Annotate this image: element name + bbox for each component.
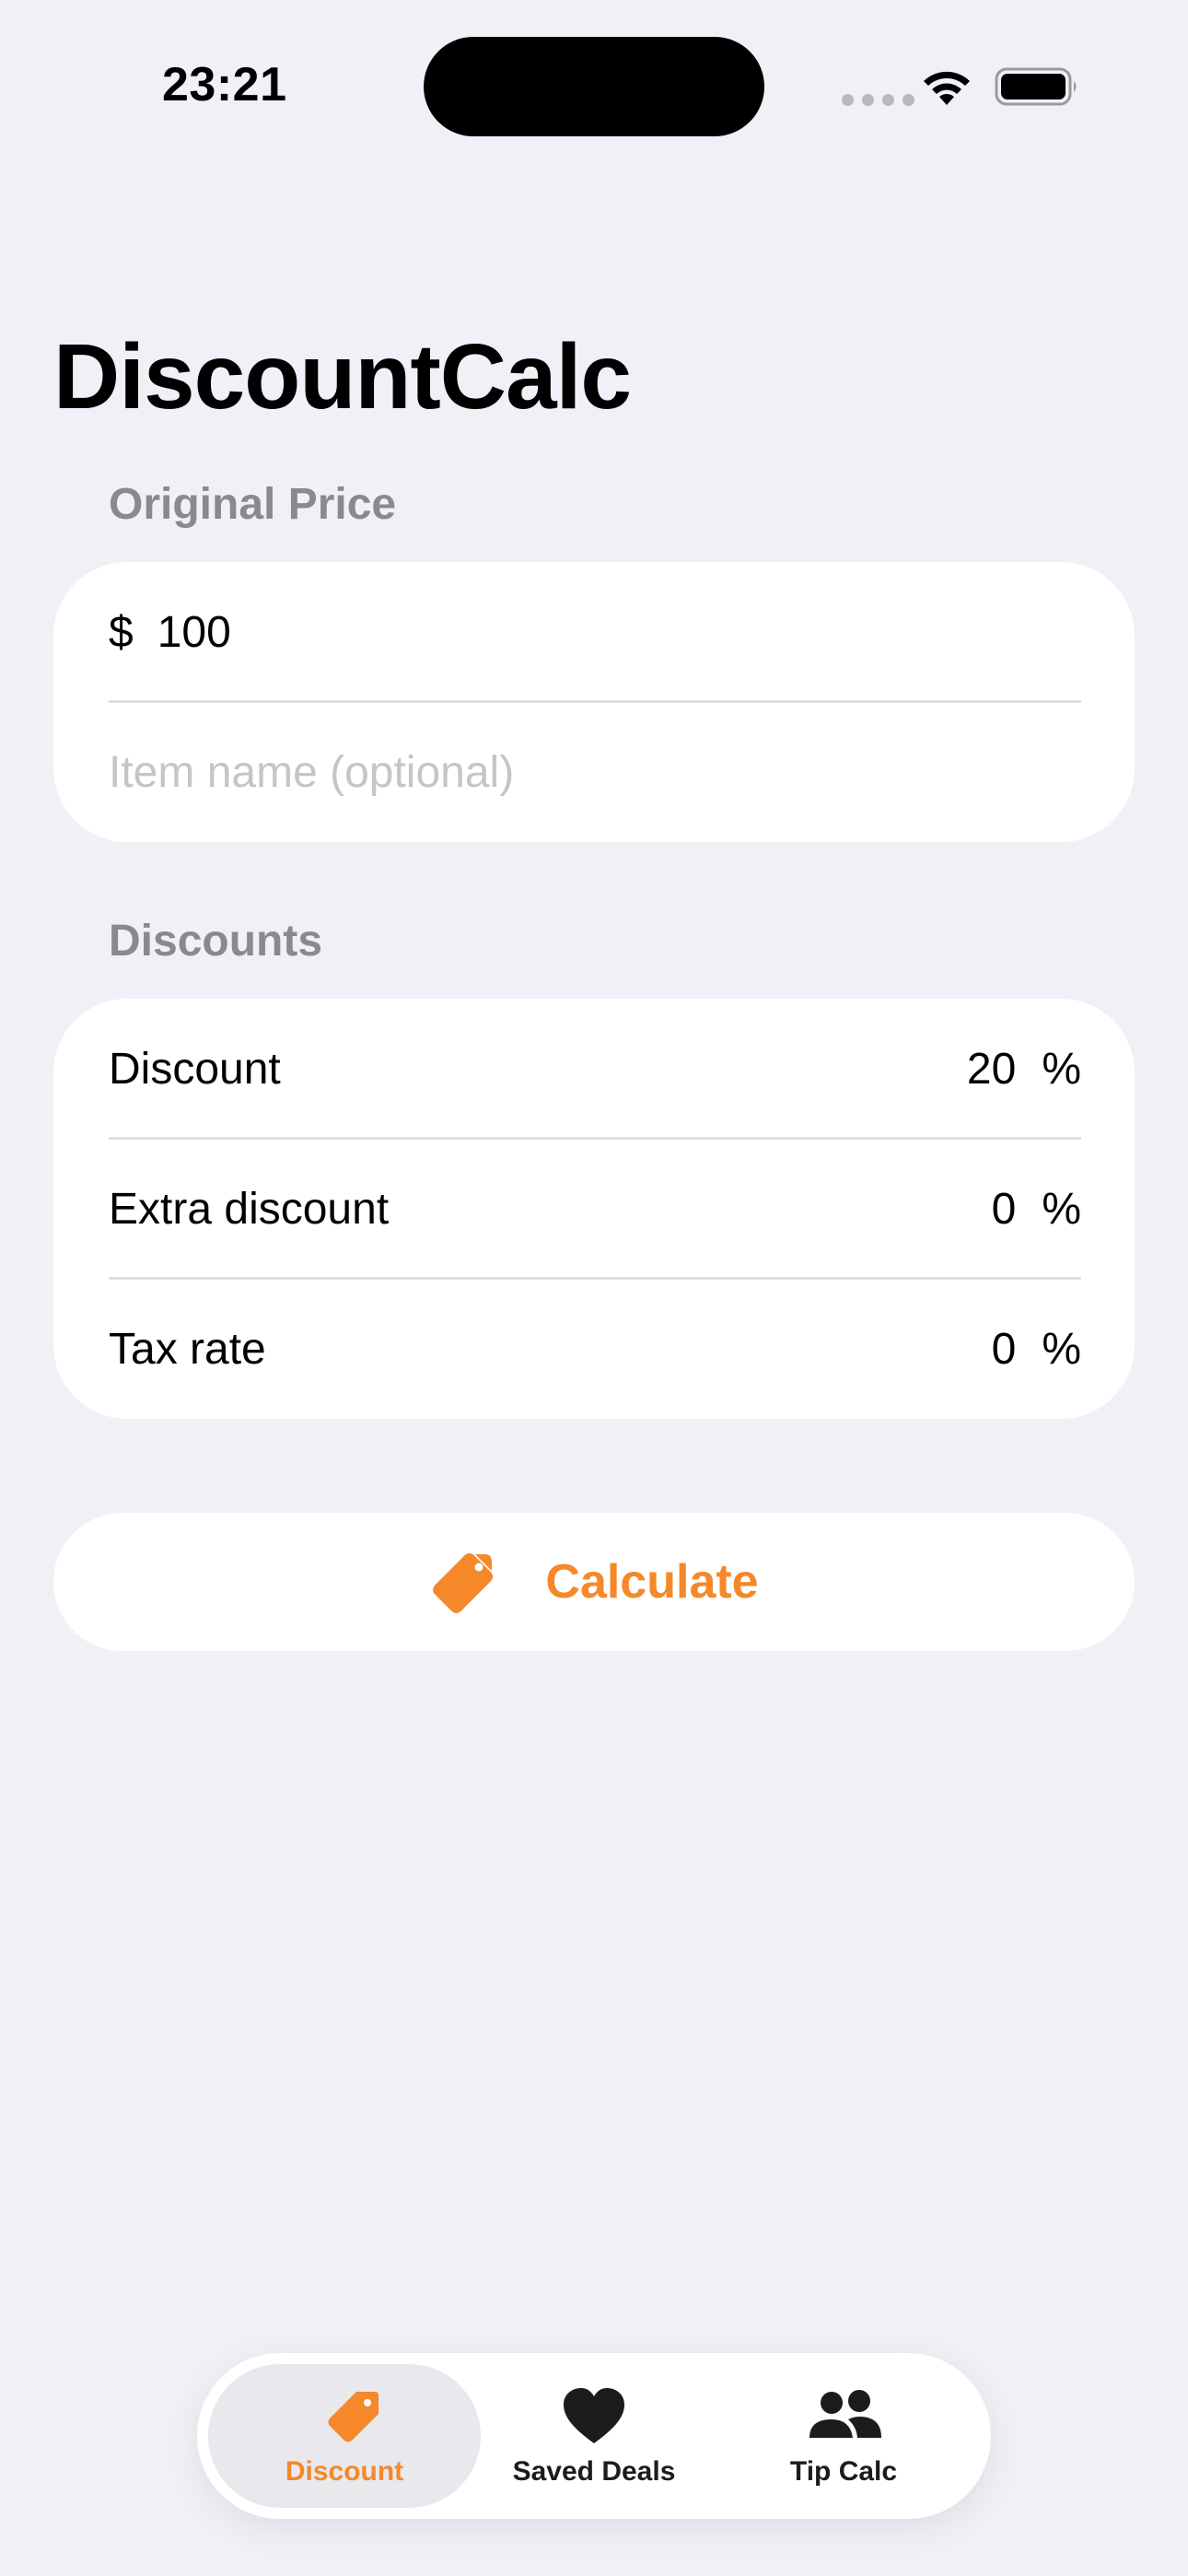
price-row: $ xyxy=(109,562,1081,702)
percent-unit: % xyxy=(1042,1184,1081,1234)
original-price-card: $ xyxy=(53,562,1135,842)
heart-icon xyxy=(564,2388,624,2443)
dynamic-island xyxy=(424,37,764,136)
item-name-input[interactable] xyxy=(109,746,1030,798)
discount-label: Discount xyxy=(109,1044,281,1094)
percent-unit: % xyxy=(1042,1324,1081,1374)
tab-tip-calc[interactable]: Tip Calc xyxy=(707,2364,980,2508)
page-title: DiscountCalc xyxy=(53,325,632,428)
tab-discount-label: Discount xyxy=(285,2456,404,2487)
original-price-section-label: Original Price xyxy=(109,480,397,529)
price-input[interactable] xyxy=(157,606,894,658)
discount-value-field[interactable]: 20 xyxy=(961,1044,1016,1095)
tab-tip-calc-label: Tip Calc xyxy=(789,2456,898,2487)
tax-rate-label: Tax rate xyxy=(109,1324,266,1374)
item-name-row xyxy=(109,702,1081,842)
tab-saved-deals[interactable]: Saved Deals xyxy=(458,2364,730,2508)
calculate-button-label: Calculate xyxy=(545,1555,759,1609)
discount-calc-screen: 23:21 DiscountCalc Original Price $ Disc… xyxy=(0,0,1188,2576)
discount-row: Discount 20 % xyxy=(109,999,1081,1139)
extra-discount-row: Extra discount 0 % xyxy=(109,1139,1081,1279)
tax-rate-row: Tax rate 0 % xyxy=(109,1279,1081,1419)
tab-saved-deals-label: Saved Deals xyxy=(512,2456,676,2487)
discounts-section-label: Discounts xyxy=(109,917,323,966)
percent-unit: % xyxy=(1042,1044,1081,1094)
extra-discount-value-field[interactable]: 0 xyxy=(961,1184,1017,1235)
extra-discount-label: Extra discount xyxy=(109,1184,390,1234)
people-icon xyxy=(809,2390,881,2438)
tab-discount[interactable]: Discount xyxy=(208,2364,481,2508)
tag-icon xyxy=(433,1552,494,1613)
tag-icon xyxy=(328,2392,379,2442)
calculate-button[interactable]: Calculate xyxy=(53,1513,1135,1651)
cellular-signal-icon xyxy=(842,94,914,106)
tax-rate-value-field[interactable]: 0 xyxy=(961,1324,1017,1375)
tab-bar: Discount Saved Deals Tip Calc xyxy=(197,2353,991,2519)
battery-icon xyxy=(995,67,1077,106)
currency-symbol: $ xyxy=(109,607,134,657)
status-time: 23:21 xyxy=(162,58,287,111)
discounts-card: Discount 20 % Extra discount 0 % Tax rat… xyxy=(53,999,1135,1419)
wifi-icon xyxy=(924,71,970,105)
